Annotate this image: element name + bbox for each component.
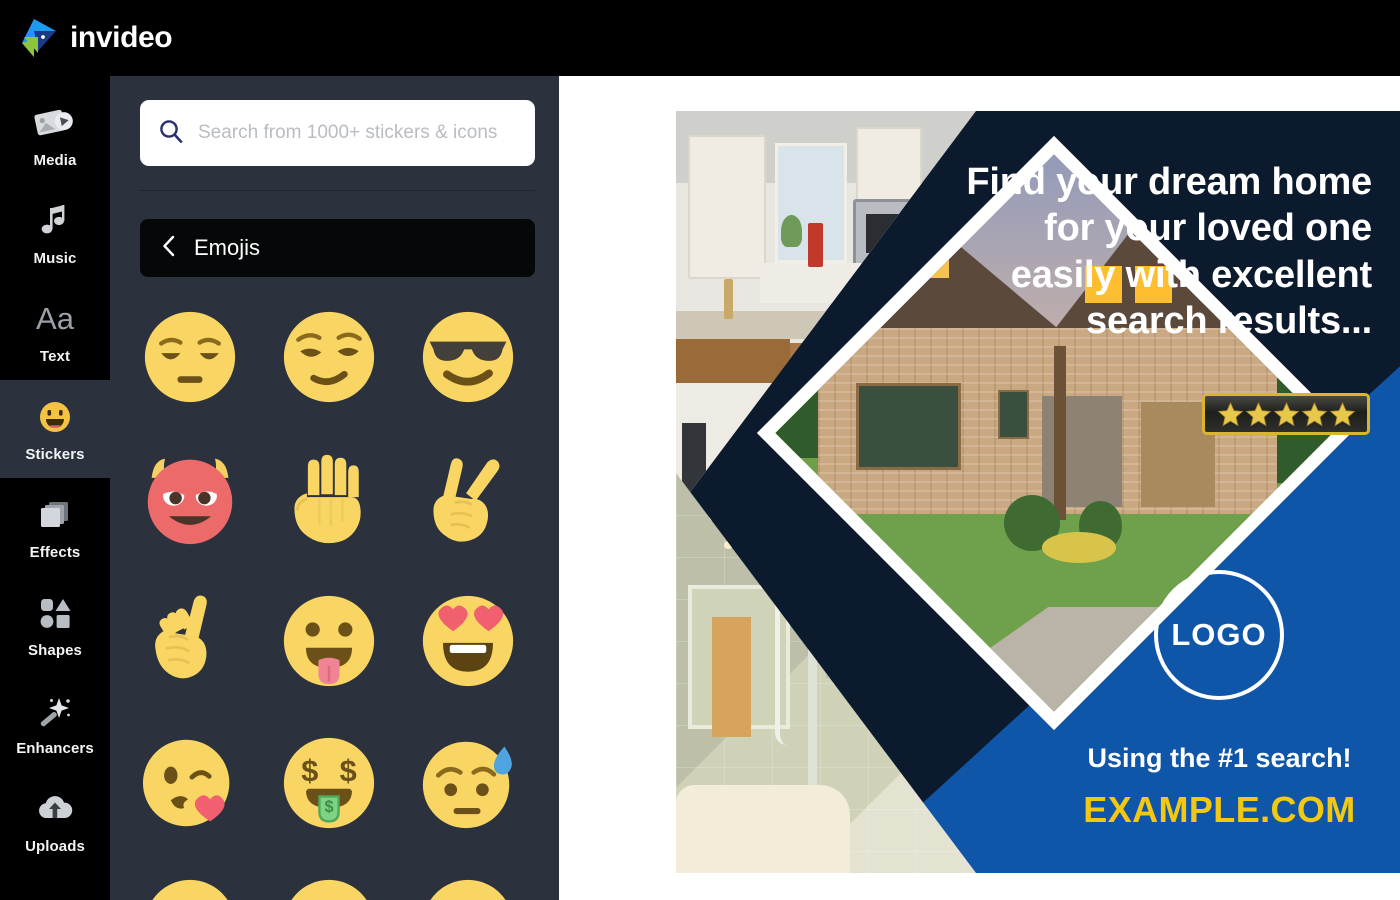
sidebar-item-effects[interactable]: Effects (0, 478, 110, 576)
sidebar-item-music[interactable]: Music (0, 184, 110, 282)
emoji-heart-eyes-face[interactable] (418, 591, 518, 691)
invideo-play-logo-icon (16, 17, 58, 59)
left-rail: Media Music Aa Text Stickers Effects Sha… (0, 76, 110, 900)
gold-star-icon (1217, 401, 1244, 428)
logo-placeholder-circle: LOGO (1154, 570, 1284, 700)
sidebar-item-enhancers[interactable]: Enhancers (0, 674, 110, 772)
svg-text:$: $ (301, 753, 318, 788)
sidebar-item-label: Enhancers (16, 739, 94, 757)
panel-divider (140, 190, 535, 191)
emoji-partial-face-left[interactable] (140, 875, 240, 900)
smiley-sticker-icon (38, 396, 72, 438)
emoji-raised-hand[interactable] (279, 449, 379, 549)
emoji-partial-face-right[interactable] (418, 875, 518, 900)
emoji-devil-face[interactable] (140, 449, 240, 549)
canvas-area: Find your dream home for your loved one … (559, 76, 1400, 900)
sidebar-item-label: Music (33, 249, 77, 267)
svg-text:$: $ (324, 798, 333, 816)
emoji-sunglasses-face[interactable] (418, 307, 518, 407)
emoji-grid: $ $ $ (110, 307, 559, 900)
sidebar-item-uploads[interactable]: Uploads (0, 772, 110, 870)
text-aa-icon: Aa (36, 301, 74, 336)
sidebar-item-label: Text (39, 347, 71, 365)
emoji-partial-face-center[interactable] (279, 875, 379, 900)
shapes-grid-icon (38, 592, 72, 634)
layers-stack-icon (37, 494, 73, 536)
sidebar-item-label: Media (33, 151, 77, 169)
music-note-icon (40, 200, 70, 242)
top-bar: invideo (0, 0, 1400, 76)
logo-placeholder-text: LOGO (1171, 617, 1267, 652)
ad-headline: Find your dream home for your loved one … (966, 161, 1372, 343)
invideo-editor: invideo Media Music Aa Text Stickers Eff… (0, 0, 1400, 900)
sidebar-item-shapes[interactable]: Shapes (0, 576, 110, 674)
brand[interactable]: invideo (16, 17, 173, 59)
sidebar-item-label: Effects (29, 543, 81, 561)
star-rating-badge (1202, 393, 1370, 435)
sidebar-item-label: Uploads (25, 837, 85, 855)
sidebar-item-media[interactable]: Media (0, 86, 110, 184)
search-box[interactable] (140, 100, 535, 166)
emoji-kissing-heart-face[interactable] (140, 733, 240, 833)
chevron-left-icon[interactable] (162, 235, 176, 262)
search-section (110, 76, 559, 166)
cloud-upload-icon (35, 788, 75, 830)
emoji-smirking-face[interactable] (279, 307, 379, 407)
gold-star-icon (1329, 401, 1356, 428)
ad-tagline: Using the #1 search! (1087, 743, 1352, 773)
artboard-preview[interactable]: Find your dream home for your loved one … (676, 111, 1400, 873)
emoji-tongue-out-face[interactable] (279, 591, 379, 691)
category-title: Emojis (194, 235, 261, 260)
emoji-victory-hand[interactable] (418, 449, 518, 549)
sidebar-item-stickers[interactable]: Stickers (0, 362, 110, 496)
stickers-panel: Emojis (110, 76, 559, 900)
emoji-money-mouth-face[interactable]: $ $ $ (279, 733, 379, 833)
emoji-index-pointing-up[interactable] (140, 591, 240, 691)
gold-star-icon (1273, 401, 1300, 428)
emoji-anxious-sweat-face[interactable] (418, 733, 518, 833)
sidebar-item-label: Shapes (28, 641, 82, 659)
magic-wand-icon (37, 690, 73, 732)
brand-name: invideo (70, 21, 173, 54)
emoji-pensive-face[interactable] (140, 307, 240, 407)
search-icon (158, 118, 184, 149)
sidebar-item-label: Stickers (25, 445, 85, 463)
category-header-emojis[interactable]: Emojis (140, 219, 535, 277)
search-input[interactable] (198, 122, 517, 144)
media-image-play-icon (34, 102, 76, 144)
gold-star-icon (1245, 401, 1272, 428)
ad-website-url: EXAMPLE.COM (1083, 789, 1356, 830)
svg-text:$: $ (340, 753, 357, 788)
gold-star-icon (1301, 401, 1328, 428)
